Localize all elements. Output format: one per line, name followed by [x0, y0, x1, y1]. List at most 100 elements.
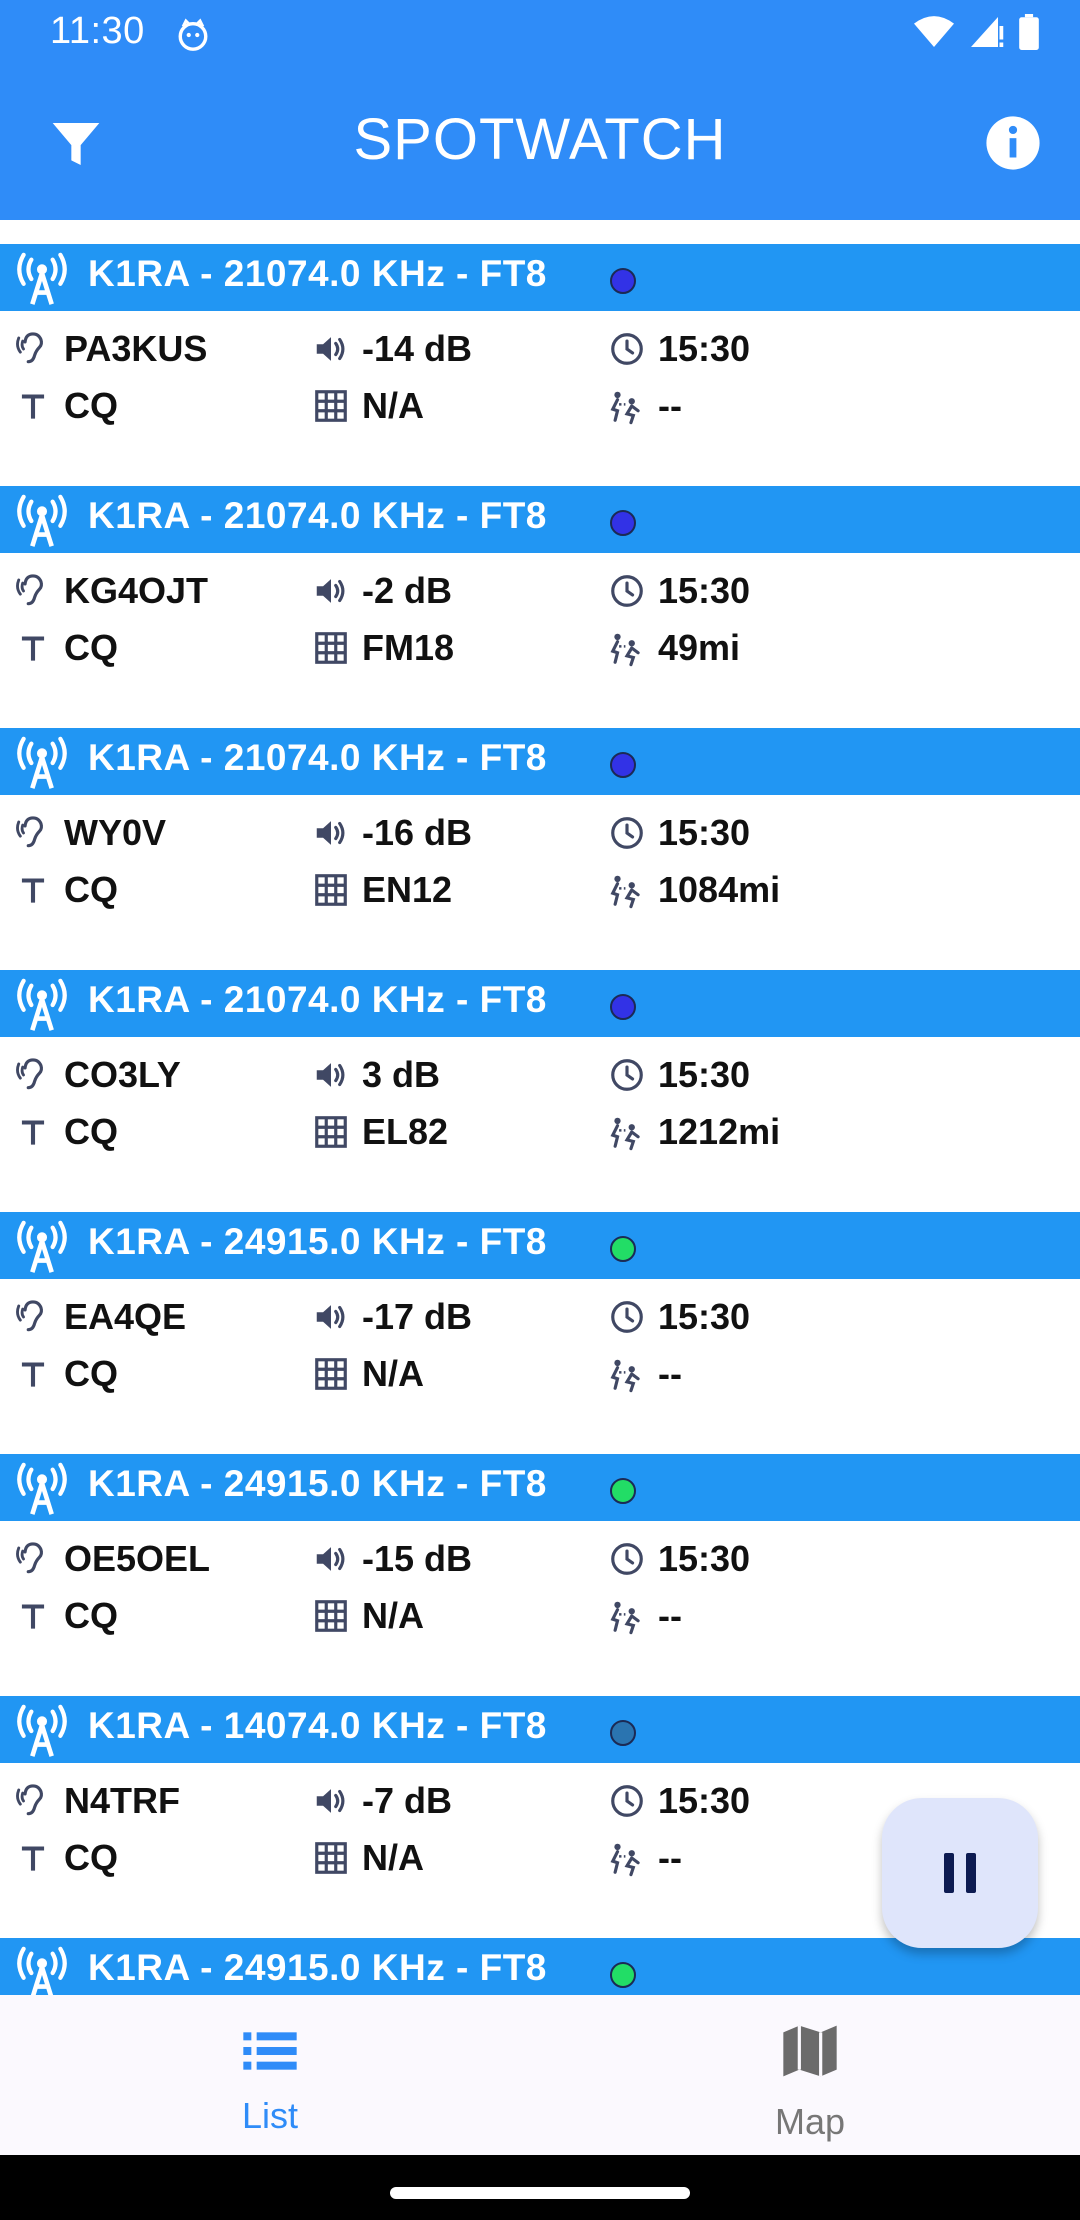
distance-icon: [610, 1601, 640, 1635]
spot-list[interactable]: K1RA - 21074.0 KHz - FT8 PA3KUS -14 dB 15:3…: [0, 220, 1080, 1995]
spot-header: K1RA - 21074.0 KHz - FT8: [0, 486, 1080, 553]
spot-title: K1RA - 24915.0 KHz - FT8: [88, 1463, 547, 1504]
grid-value: N/A: [362, 1595, 424, 1636]
clock-icon: [611, 333, 643, 365]
spot-grid: FM18: [312, 626, 454, 670]
nav-map[interactable]: Map: [540, 1995, 1080, 2155]
message-value: CQ: [64, 869, 118, 910]
spot-callsign: CO3LY: [14, 1053, 181, 1097]
list-icon: [243, 2032, 297, 2070]
snr-value: -14 dB: [362, 328, 473, 369]
spot-distance: 49mi: [608, 626, 740, 670]
snr-value: -7 dB: [362, 1780, 452, 1821]
message-value: CQ: [64, 1837, 118, 1878]
spot-callsign: N4TRF: [14, 1779, 180, 1823]
grid-value: N/A: [362, 1353, 424, 1394]
spot-item[interactable]: K1RA - 21074.0 KHz - FT8 PA3KUS -14 dB 15:3…: [0, 220, 1080, 462]
grid-icon: [315, 1358, 347, 1390]
grid-value: N/A: [362, 1837, 424, 1878]
nav-list-label: List: [241, 2095, 299, 2136]
time-value: 15:30: [658, 570, 751, 611]
snr-value: -15 dB: [362, 1538, 473, 1579]
time-value: 15:30: [658, 812, 751, 853]
band-color-dot: [610, 510, 636, 536]
spot-title: K1RA - 24915.0 KHz - FT8: [88, 1221, 547, 1262]
spot-title: K1RA - 24915.0 KHz - FT8: [88, 1947, 547, 1988]
spot-distance: 1212mi: [608, 1110, 780, 1154]
grid-icon: [315, 390, 347, 422]
hearing-icon: [16, 1058, 44, 1090]
callsign-value: EA4QE: [64, 1296, 187, 1337]
antenna-tower-icon: [17, 1946, 67, 1995]
distance-icon: [610, 391, 640, 425]
grid-value: FM18: [362, 627, 455, 668]
distance-value: 1212mi: [658, 1111, 781, 1152]
grid-icon: [315, 874, 347, 906]
distance-icon: [610, 1359, 640, 1393]
grid-value: EN12: [362, 869, 453, 910]
spot-callsign: PA3KUS: [14, 327, 207, 371]
spot-snr: -2 dB: [312, 569, 452, 613]
home-indicator[interactable]: [390, 2187, 690, 2199]
spot-message: CQ: [14, 626, 118, 670]
spot-distance: --: [608, 384, 682, 428]
spot-item[interactable]: K1RA - 24915.0 KHz - FT8 EA4QE -17 dB 15:30…: [0, 1188, 1080, 1430]
nav-map-label: Map: [774, 2101, 846, 2142]
nav-list[interactable]: List: [0, 1995, 540, 2155]
grid-icon: [315, 1842, 347, 1874]
distance-value: 49mi: [658, 627, 741, 668]
snr-value: -17 dB: [362, 1296, 473, 1337]
clock-icon: [611, 817, 643, 849]
clock-icon: [611, 1785, 643, 1817]
time-value: 15:30: [658, 328, 751, 369]
distance-value: 1084mi: [658, 869, 781, 910]
status-icons: [914, 14, 1040, 50]
time-value: 15:30: [658, 1780, 751, 1821]
info-icon[interactable]: [984, 114, 1042, 172]
time-value: 15:30: [658, 1538, 751, 1579]
clock-icon: [611, 1543, 643, 1575]
callsign-value: WY0V: [64, 812, 167, 853]
volume-icon: [316, 821, 345, 845]
message-value: CQ: [64, 1595, 118, 1636]
spot-snr: -17 dB: [312, 1295, 472, 1339]
band-color-dot: [610, 752, 636, 778]
callsign-value: PA3KUS: [64, 328, 208, 369]
spot-header: K1RA - 24915.0 KHz - FT8: [0, 1212, 1080, 1279]
pause-button[interactable]: [882, 1798, 1038, 1948]
band-color-dot: [610, 268, 636, 294]
spot-message: CQ: [14, 1836, 118, 1880]
volume-icon: [316, 1063, 345, 1087]
band-color-dot: [610, 1962, 636, 1988]
spot-item[interactable]: K1RA - 21074.0 KHz - FT8 KG4OJT -2 dB 15:30…: [0, 462, 1080, 704]
gesture-bar: [0, 2155, 1080, 2220]
cat-icon: [178, 18, 208, 51]
spot-header: K1RA - 21074.0 KHz - FT8: [0, 970, 1080, 1037]
status-time: 11:30: [50, 10, 145, 52]
spot-distance: --: [608, 1836, 682, 1880]
band-color-dot: [610, 1478, 636, 1504]
spot-snr: -7 dB: [312, 1779, 452, 1823]
text-icon: [21, 394, 45, 419]
spot-item[interactable]: K1RA - 21074.0 KHz - FT8 CO3LY 3 dB 15:30 CQ…: [0, 946, 1080, 1188]
spot-title: K1RA - 21074.0 KHz - FT8: [88, 495, 547, 536]
text-icon: [21, 636, 45, 661]
snr-value: 3 dB: [362, 1054, 441, 1095]
text-icon: [21, 1120, 45, 1145]
spot-snr: -15 dB: [312, 1537, 472, 1581]
spot-time: 15:30: [608, 569, 750, 613]
spot-item[interactable]: K1RA - 21074.0 KHz - FT8 WY0V -16 dB 15:30 C…: [0, 704, 1080, 946]
spot-message: CQ: [14, 384, 118, 428]
volume-icon: [316, 1789, 345, 1813]
status-bar: 11:30: [0, 0, 1080, 66]
band-color-dot: [610, 1720, 636, 1746]
grid-value: N/A: [362, 385, 424, 426]
antenna-tower-icon: [17, 978, 67, 1031]
spot-message: CQ: [14, 1594, 118, 1638]
spot-callsign: WY0V: [14, 811, 166, 855]
spot-item[interactable]: K1RA - 24915.0 KHz - FT8 OE5OEL -15 dB 15:3…: [0, 1430, 1080, 1672]
band-color-dot: [610, 994, 636, 1020]
spot-callsign: OE5OEL: [14, 1537, 210, 1581]
volume-icon: [316, 1547, 345, 1571]
callsign-value: N4TRF: [64, 1780, 180, 1821]
